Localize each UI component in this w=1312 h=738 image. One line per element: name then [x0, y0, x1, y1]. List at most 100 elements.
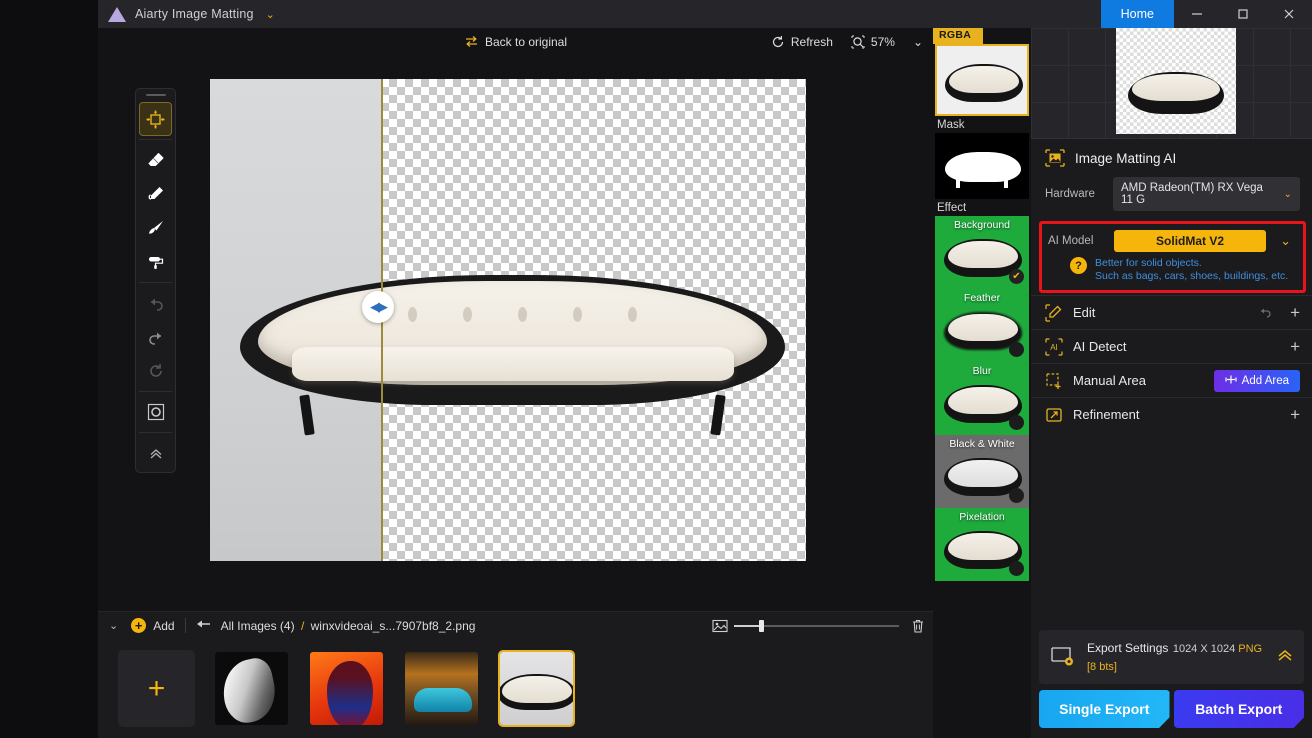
hint-line-1: Better for solid objects. — [1095, 257, 1202, 269]
tool-rail — [135, 88, 176, 473]
add-label: Add — [153, 618, 175, 633]
sofa-leg-left — [299, 394, 315, 436]
toolbar-separator — [184, 618, 186, 633]
effect-pixelation[interactable]: Pixelation — [935, 508, 1029, 581]
thumb-car[interactable] — [403, 650, 480, 727]
redo-tool[interactable] — [139, 320, 172, 354]
slider-knob[interactable] — [759, 619, 764, 632]
collapse-rail-button[interactable] — [139, 436, 172, 470]
image-size-icon — [712, 619, 728, 633]
ai-detect-add-button[interactable]: + — [1290, 338, 1300, 355]
help-icon[interactable]: ? — [1070, 257, 1087, 274]
chevron-down-icon: ⌄ — [1283, 188, 1292, 200]
reset-tool[interactable] — [139, 354, 172, 388]
svg-text:AI: AI — [1050, 343, 1058, 352]
trash-icon[interactable] — [911, 618, 925, 634]
edit-add-button[interactable]: + — [1290, 304, 1300, 321]
breadcrumb-separator: / — [300, 618, 305, 633]
undo-tool[interactable] — [139, 286, 172, 320]
image-matting-title: Image Matting AI — [1075, 150, 1177, 166]
back-arrow-icon[interactable] — [196, 618, 211, 633]
mask-preview-tool[interactable] — [139, 395, 172, 429]
effect-feather-dot — [1009, 342, 1024, 357]
home-button[interactable]: Home — [1100, 0, 1174, 28]
export-settings-icon — [1049, 646, 1077, 668]
chevron-down-icon[interactable]: ⌄ — [1274, 233, 1297, 249]
chevron-up-icon[interactable] — [1276, 648, 1294, 667]
editor-column: Back to original Refresh 57% ⌄ ◀▶ ⌄ + Ad… — [98, 28, 933, 738]
export-settings-box[interactable]: Export Settings 1024 X 1024 PNG [8 bts] — [1039, 630, 1304, 684]
compare-slider-handle[interactable]: ◀▶ — [362, 291, 394, 323]
refresh-button[interactable]: Refresh — [765, 33, 839, 51]
chevron-down-icon[interactable]: ⌄ — [106, 619, 121, 632]
zoom-chevron-icon[interactable]: ⌄ — [907, 33, 929, 51]
add-images-button[interactable]: + Add — [131, 618, 175, 633]
add-area-label: Add Area — [1241, 374, 1289, 387]
option-row-refinement[interactable]: Refinement + — [1031, 397, 1312, 431]
eraser-tool[interactable] — [139, 143, 172, 177]
slider-fill — [734, 624, 761, 627]
manual-area-icon — [1045, 372, 1063, 390]
effect-black-white[interactable]: Black & White — [935, 435, 1029, 508]
close-button[interactable] — [1266, 0, 1312, 28]
single-export-button[interactable]: Single Export — [1039, 690, 1170, 728]
batch-export-button[interactable]: Batch Export — [1173, 690, 1304, 728]
chevron-down-icon[interactable]: ⌄ — [266, 8, 275, 21]
add-area-button[interactable]: Add Area — [1213, 369, 1300, 392]
canvas-toolbar-right: Refresh 57% ⌄ — [765, 33, 929, 51]
rail-drag-handle[interactable] — [145, 94, 166, 96]
thumb-portrait[interactable] — [308, 650, 385, 727]
roller-tool[interactable] — [139, 245, 172, 279]
zoom-control[interactable]: 57% — [845, 33, 901, 51]
rgba-tab[interactable]: RGBA — [933, 28, 983, 44]
back-to-original-label: Back to original — [484, 34, 568, 49]
effect-background[interactable]: Background ✔ — [935, 216, 1029, 289]
image-canvas[interactable]: ◀▶ — [210, 79, 806, 561]
effect-feather[interactable]: Feather — [935, 289, 1029, 362]
zoom-icon — [851, 35, 865, 49]
ai-model-hint: ? Better for solid objects. Such as bags… — [1048, 257, 1297, 283]
hardware-row: Hardware AMD Radeon(TM) RX Vega 11 G ⌄ — [1031, 173, 1312, 215]
rail-separator — [139, 139, 172, 140]
rgba-preview[interactable] — [935, 44, 1029, 116]
filmstrip-toolbar: ⌄ + Add All Images (4) / winxvideoai_s..… — [98, 611, 933, 639]
slider-track[interactable] — [734, 619, 899, 632]
ai-model-row: AI Model SolidMat V2 ⌄ — [1048, 230, 1297, 252]
desktop-backdrop-left — [0, 0, 98, 738]
thumb-fabric[interactable] — [213, 650, 290, 727]
canvas-area[interactable]: ◀▶ — [98, 55, 933, 611]
export-bits: [8 bts] — [1087, 661, 1117, 673]
thumb-sofa[interactable] — [498, 650, 575, 727]
minimize-button[interactable] — [1174, 0, 1220, 28]
thumb-add-image[interactable]: + — [118, 650, 195, 727]
hardware-label: Hardware — [1045, 188, 1095, 200]
mask-preview[interactable] — [935, 133, 1029, 199]
effect-blur[interactable]: Blur — [935, 362, 1029, 435]
ai-model-label: AI Model — [1048, 235, 1094, 247]
ai-model-select[interactable]: SolidMat V2 — [1114, 230, 1267, 252]
canvas-toolbar: Back to original Refresh 57% ⌄ — [98, 28, 933, 55]
brush-tool[interactable] — [139, 211, 172, 245]
back-to-original-button[interactable]: Back to original — [458, 33, 573, 51]
edit-icon — [1045, 303, 1063, 322]
app-root: Aiarty Image Matting ⌄ Home Back to orig… — [0, 0, 1312, 738]
edit-undo-icon[interactable] — [1257, 305, 1272, 321]
effect-label: Effect — [933, 199, 1031, 216]
maximize-button[interactable] — [1220, 0, 1266, 28]
refinement-add-button[interactable]: + — [1290, 406, 1300, 423]
zoom-level-label: 57% — [870, 34, 895, 49]
hardware-select[interactable]: AMD Radeon(TM) RX Vega 11 G ⌄ — [1113, 177, 1300, 211]
option-row-ai-detect[interactable]: AI AI Detect + — [1031, 329, 1312, 363]
title-bar: Aiarty Image Matting ⌄ Home — [98, 0, 1312, 28]
sofa-seat — [292, 347, 734, 381]
option-row-edit[interactable]: Edit + — [1031, 295, 1312, 329]
add-area-plus-icon — [1225, 374, 1237, 388]
image-matting-icon — [1045, 149, 1065, 167]
export-settings-text: Export Settings 1024 X 1024 PNG [8 bts] — [1087, 639, 1266, 675]
option-row-manual-area[interactable]: Manual Area Add Area — [1031, 363, 1312, 397]
pencil-tool[interactable] — [139, 177, 172, 211]
thumbnail-size-slider[interactable] — [712, 619, 899, 633]
edit-label: Edit — [1073, 305, 1096, 320]
breadcrumb-all-images[interactable]: All Images (4) — [221, 619, 295, 633]
move-tool[interactable] — [139, 102, 172, 136]
